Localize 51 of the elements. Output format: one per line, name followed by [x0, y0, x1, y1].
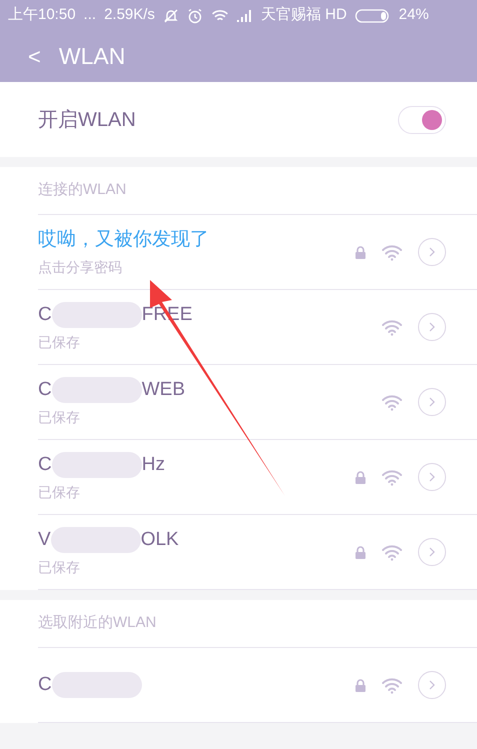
- chevron-icon: [429, 322, 435, 332]
- signal-icon: [236, 10, 253, 22]
- details-button[interactable]: [418, 671, 446, 699]
- wifi-icon: [381, 544, 403, 560]
- details-button[interactable]: [418, 388, 446, 416]
- network-name[interactable]: C: [38, 450, 52, 480]
- network-speed: 2.59K/s: [104, 5, 155, 26]
- chevron-icon: [429, 472, 435, 482]
- carrier-name: 天官赐福 HD: [260, 5, 347, 26]
- lock-icon: [355, 470, 366, 484]
- chevron-icon: [429, 547, 435, 557]
- battery-icon: [354, 8, 391, 22]
- status-time: 上午10:50: [8, 5, 76, 26]
- network-name-end: WEB: [142, 378, 186, 402]
- network-name[interactable]: C: [38, 376, 52, 404]
- network-name-end: Hz: [142, 452, 165, 477]
- section-header: 选取附近的WLAN: [38, 613, 156, 634]
- network-name[interactable]: V: [38, 526, 51, 554]
- wlan-label: 开启WLAN: [38, 108, 136, 132]
- wifi-icon: [381, 318, 403, 336]
- wifi-icon: [381, 468, 403, 486]
- chevron-icon: [429, 680, 435, 690]
- network-name[interactable]: 哎呦，又被你发现了: [38, 226, 209, 254]
- details-button[interactable]: [418, 313, 446, 341]
- network-status: 已保存: [38, 333, 81, 352]
- network-status: 已保存: [38, 558, 81, 578]
- section-header: 连接的WLAN: [38, 180, 126, 200]
- wifi-icon: [381, 676, 403, 694]
- bell-off-icon: [162, 8, 179, 24]
- wlan-toggle[interactable]: [398, 106, 446, 134]
- details-button[interactable]: [418, 538, 446, 566]
- alarm-icon: [186, 8, 203, 24]
- network-name-end: OLK: [140, 528, 179, 552]
- page-title: WLAN: [58, 42, 126, 72]
- battery-level: 24%: [398, 5, 429, 26]
- lock-icon: [355, 246, 366, 258]
- details-button[interactable]: [418, 238, 446, 266]
- lock-icon: [355, 546, 366, 558]
- lock-icon: [355, 678, 366, 692]
- network-name[interactable]: C: [38, 670, 52, 700]
- wifi-status-icon: [210, 8, 229, 22]
- status-dots: ...: [84, 5, 96, 26]
- network-status: 已保存: [38, 408, 81, 428]
- details-button[interactable]: [418, 463, 446, 491]
- wifi-icon: [381, 394, 403, 410]
- chevron-icon: [429, 397, 435, 407]
- network-status: 点击分享密码: [38, 258, 123, 278]
- network-name[interactable]: C: [38, 300, 52, 330]
- chevron-icon: [429, 247, 435, 257]
- wifi-icon: [381, 244, 403, 260]
- network-status: 已保存: [38, 483, 81, 502]
